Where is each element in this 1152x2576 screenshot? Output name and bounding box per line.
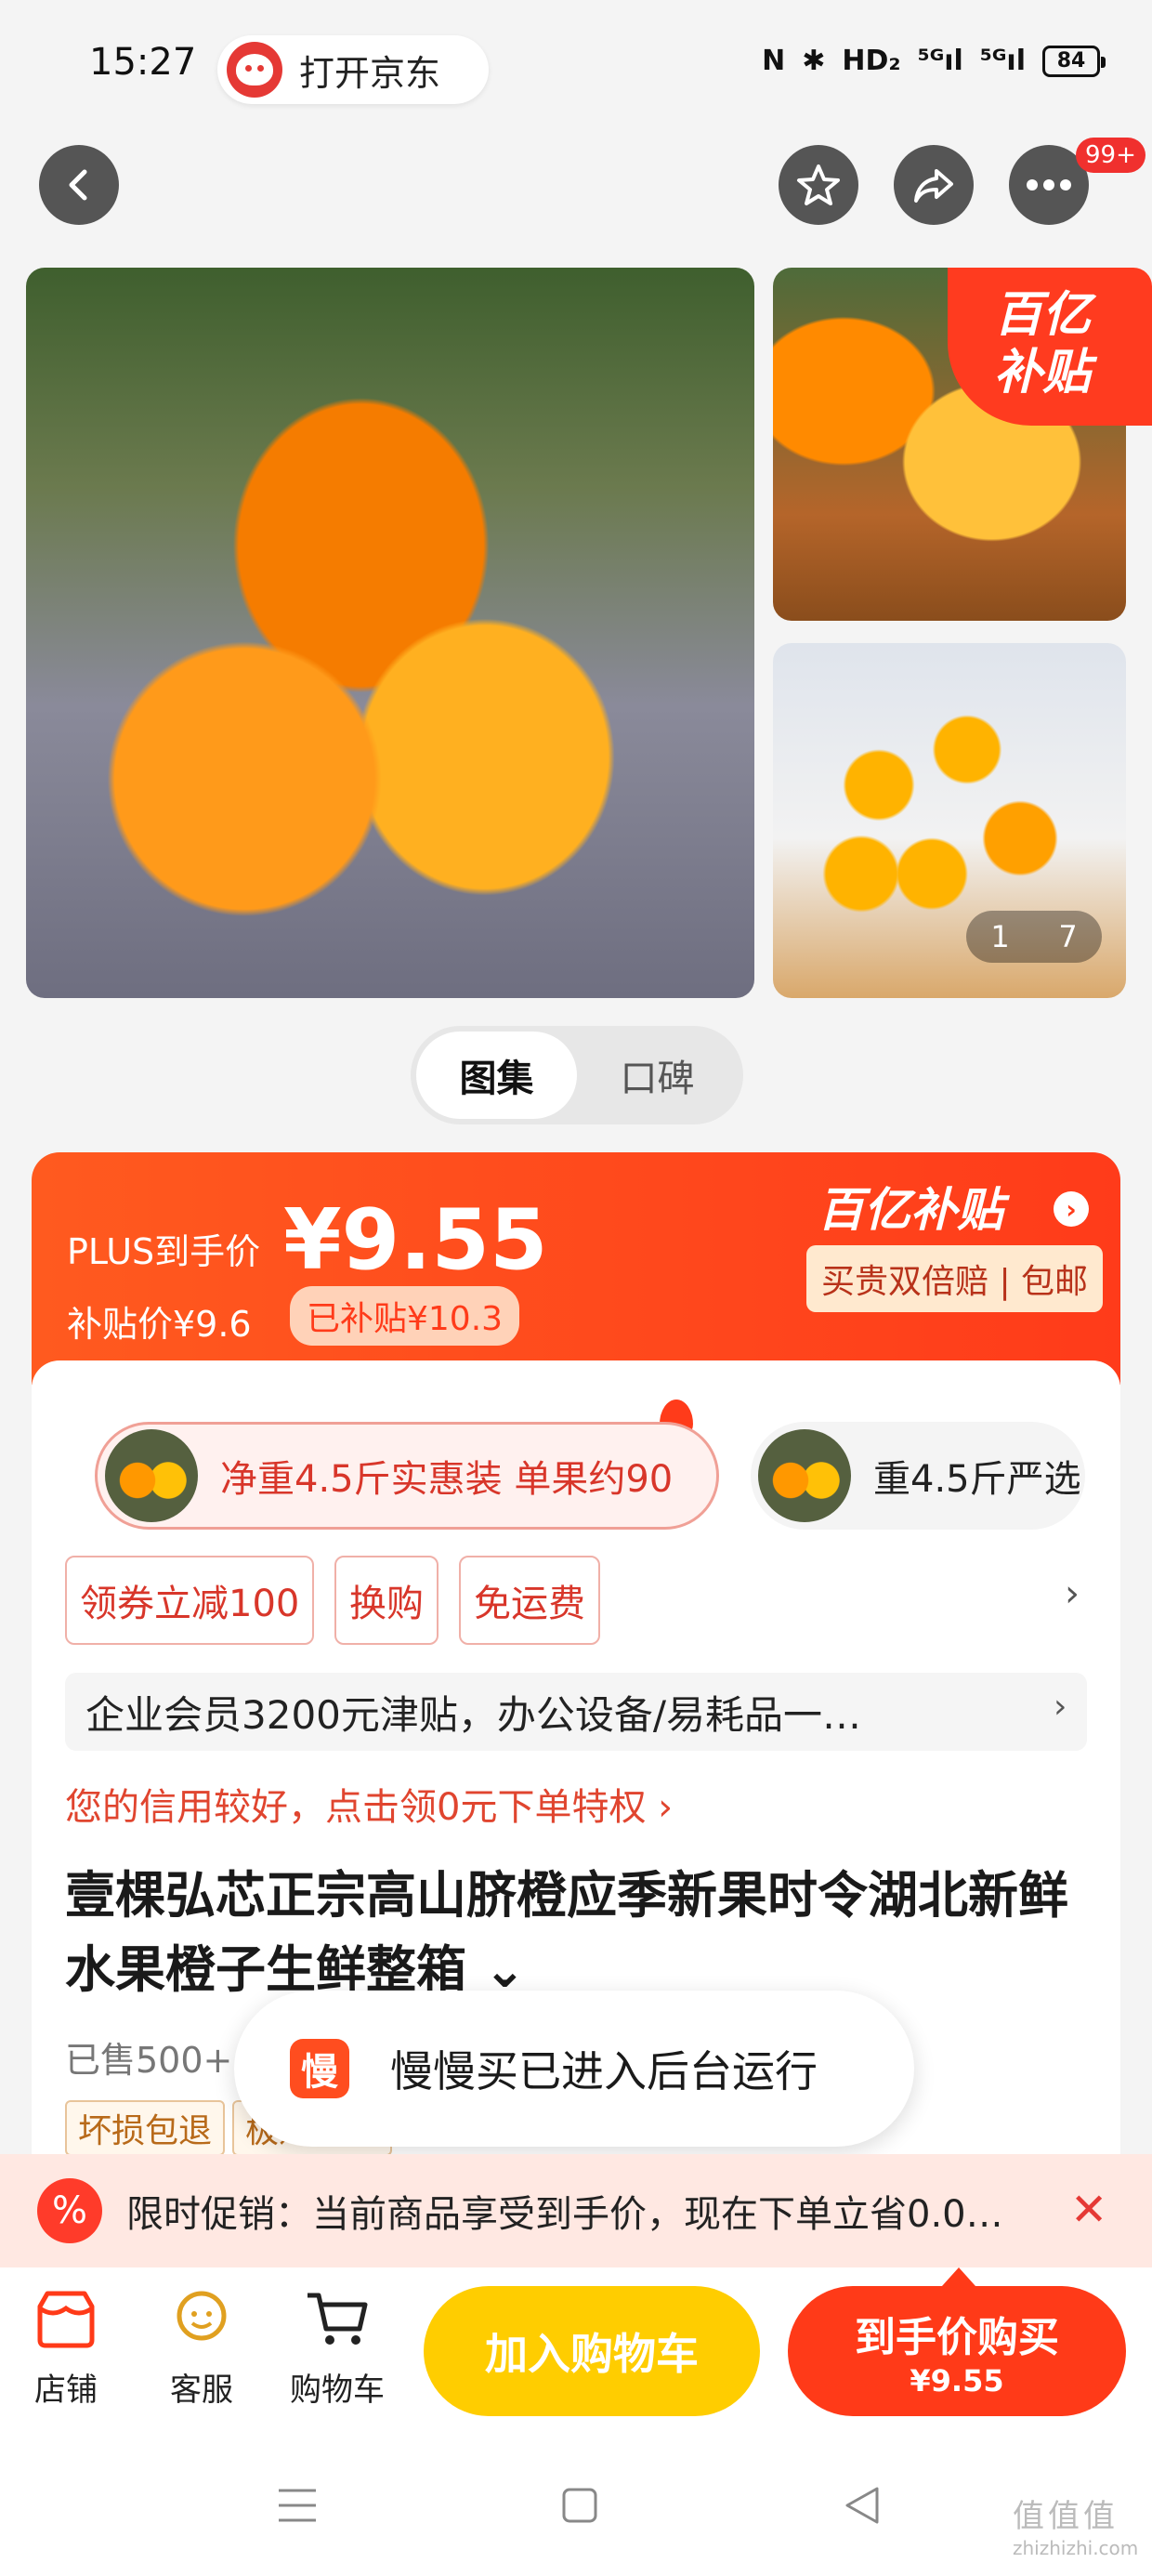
status-icons: N ✱ HD₂ ⁵ᴳıl ⁵ᴳıl 84 [762, 45, 1106, 77]
customer-service-button[interactable]: 客服 [151, 2286, 253, 2410]
battery-icon: 84 [1042, 45, 1106, 77]
spec-option-selected[interactable]: 净重4.5斤实惠装 单果约90 [95, 1422, 719, 1530]
nfc-icon: N [762, 45, 786, 77]
spec-option-label: 重4.5斤严选 [873, 1458, 1081, 1501]
plus-price-value: ¥9.55 [283, 1191, 548, 1289]
tab-reviews[interactable]: 口碑 [577, 1032, 738, 1119]
bluetooth-icon: ✱ [802, 45, 826, 77]
subsidy-program-title[interactable]: 百亿补贴 [818, 1173, 1003, 1240]
buy-button-pointer [942, 2267, 975, 2286]
cart-label: 购物车 [290, 2372, 385, 2409]
chevron-right-icon[interactable]: › [1054, 1688, 1067, 1726]
jd-logo-icon [227, 42, 282, 98]
gallery-tab-switch: 图集 口碑 [411, 1026, 743, 1124]
page-total: 7 [1058, 919, 1078, 954]
subsidy-program-guarantee: 买贵双倍赔 | 包邮 [806, 1245, 1104, 1312]
back-triangle-icon[interactable] [844, 2485, 881, 2526]
watermark: 值值值 [1013, 2498, 1119, 2535]
coupon-tag[interactable]: 免运费 [459, 1556, 600, 1645]
promo-bar[interactable]: % 限时促销：当前商品享受到手价，现在下单立省0.0… [0, 2154, 1152, 2267]
share-icon [914, 169, 953, 203]
status-time: 15:27 [89, 41, 197, 84]
hd-icon: HD₂ [842, 45, 901, 77]
notification-badge: 99+ [1076, 138, 1145, 173]
plus-price-label: PLUS到手价 [67, 1231, 261, 1272]
credit-privilege-link[interactable]: 您的信用较好，点击领0元下单特权 › [65, 1777, 673, 1831]
service-label: 客服 [170, 2372, 233, 2409]
subsidy-price: 补贴价¥9.6 [67, 1304, 252, 1345]
product-title[interactable]: 壹棵弘芯正宗高山脐橙应季新果时令湖北新鲜水果橙子生鲜整箱 ⌄ [65, 1859, 1068, 2007]
system-navigation-bar [0, 2444, 1152, 2576]
chevron-right-icon[interactable]: › [1054, 1191, 1089, 1227]
open-jd-label: 打开京东 [299, 52, 441, 94]
chevron-left-icon [69, 169, 87, 201]
buy-now-button[interactable]: 到手价购买 ¥9.55 [788, 2286, 1126, 2416]
main-product-image[interactable] [26, 268, 754, 998]
star-icon [797, 164, 840, 205]
coupon-tag[interactable]: 领券立减100 [65, 1556, 315, 1645]
watermark-url: zhizhizhi.com [1013, 2537, 1139, 2559]
back-button[interactable] [39, 145, 119, 225]
coupon-tag[interactable]: 换购 [334, 1556, 439, 1645]
subsidy-corner-badge: 百亿 补贴 [948, 268, 1152, 426]
buy-now-label: 到手价购买 [855, 2314, 1059, 2361]
promo-text: 限时促销：当前商品享受到手价，现在下单立省0.0… [126, 2193, 1003, 2236]
spec-thumbnail [758, 1429, 851, 1522]
discount-icon: % [37, 2178, 102, 2243]
spec-option-label: 净重4.5斤实惠装 单果约90 [220, 1458, 674, 1501]
spec-option[interactable]: 重4.5斤严选 [751, 1422, 1085, 1530]
signal-5g-icon: ⁵ᴳıl [917, 45, 963, 77]
page-current: 1 [990, 919, 1010, 954]
more-dots-icon [1027, 179, 1071, 191]
favorite-button[interactable] [779, 145, 858, 225]
subsidy-amount-tag: 已补贴¥10.3 [290, 1286, 520, 1346]
sold-count: 已售500+ [65, 2040, 233, 2081]
open-jd-button[interactable]: 打开京东 [217, 35, 489, 104]
add-to-cart-button[interactable]: 加入购物车 [424, 2286, 760, 2416]
store-label: 店铺 [34, 2372, 98, 2409]
shopping-cart-icon [308, 2293, 368, 2345]
share-button[interactable] [894, 145, 974, 225]
buy-now-price: ¥9.55 [910, 2363, 1004, 2399]
store-button[interactable]: 店铺 [15, 2286, 117, 2410]
signal-5g-icon: ⁵ᴳıl [979, 45, 1026, 77]
image-page-indicator: 1 7 [966, 911, 1102, 963]
tab-gallery[interactable]: 图集 [416, 1032, 577, 1119]
service-tag: 坏损包退 [65, 2100, 226, 2156]
customer-service-icon [177, 2291, 227, 2341]
toast-message: 慢 慢慢买已进入后台运行 [234, 1991, 914, 2147]
menu-icon[interactable] [277, 2487, 318, 2524]
close-icon[interactable]: ✕ [1070, 2184, 1107, 2236]
business-member-row[interactable]: 企业会员3200元津贴，办公设备/易耗品一… [65, 1673, 1087, 1751]
spec-thumbnail [105, 1429, 198, 1522]
toast-text: 慢慢买已进入后台运行 [390, 2046, 818, 2096]
cart-button[interactable]: 购物车 [286, 2286, 388, 2410]
store-icon [37, 2291, 95, 2348]
manmanbuy-icon: 慢 [290, 2039, 349, 2098]
home-icon[interactable] [561, 2487, 598, 2524]
chevron-right-icon[interactable]: › [1065, 1572, 1080, 1615]
